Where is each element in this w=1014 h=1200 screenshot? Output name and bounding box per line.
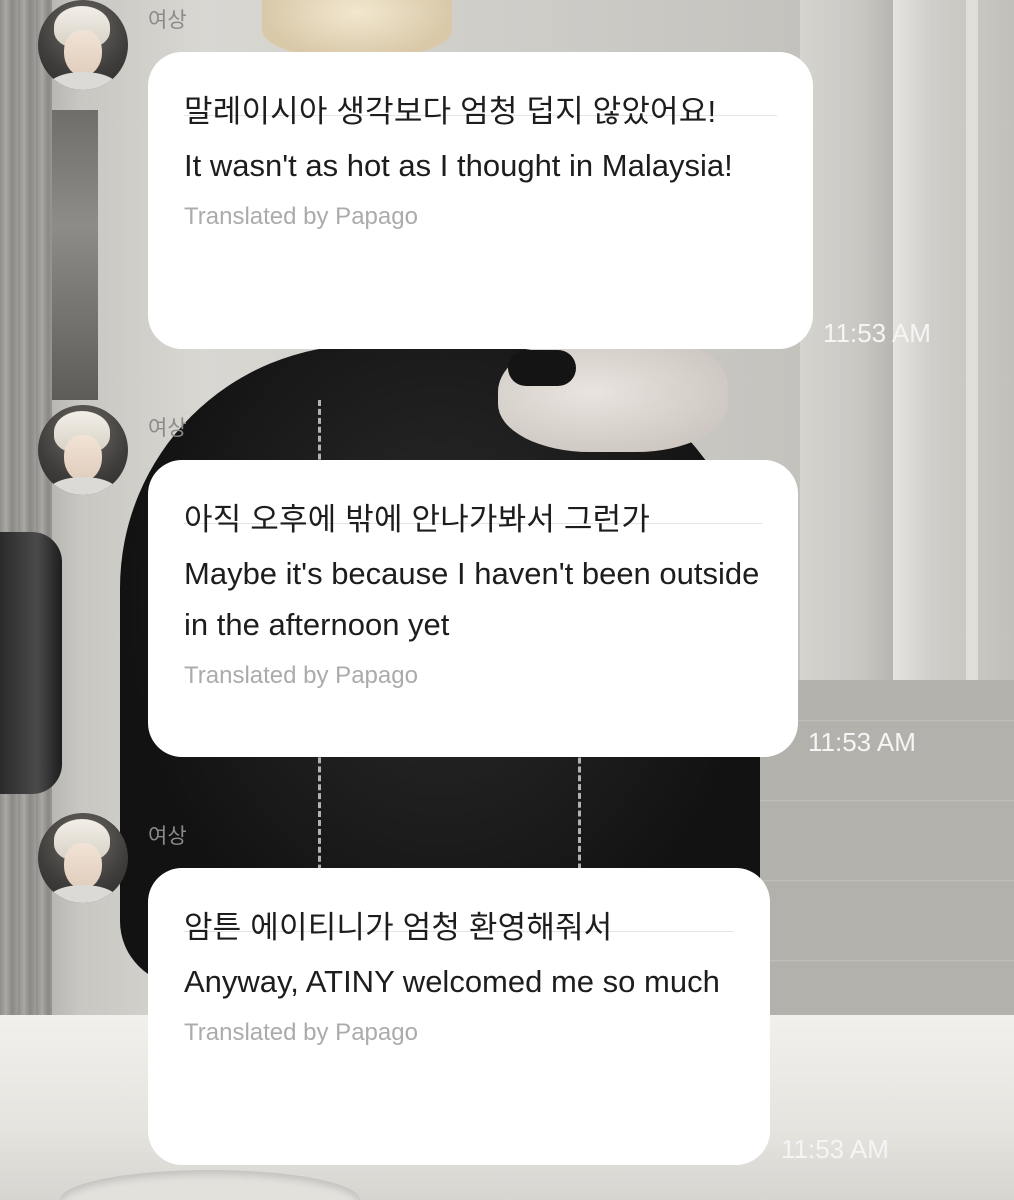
translation-credit: Translated by Papago (184, 1019, 418, 1046)
avatar[interactable] (38, 813, 128, 903)
translation-credit: Translated by Papago (184, 203, 418, 230)
hand-dryer (0, 532, 62, 794)
translation-credit: Translated by Papago (184, 662, 418, 689)
avatar[interactable] (38, 405, 128, 495)
message-bubble[interactable]: 암튼 에이티니가 엄청 환영해줘서 Anyway, ATINY welcomed… (148, 868, 770, 1165)
phone (508, 350, 576, 386)
message-translated-text: Maybe it's because I haven't been outsid… (184, 556, 760, 642)
message-timestamp: 11:53 AM (808, 727, 916, 757)
message-translated-text: It wasn't as hot as I thought in Malaysi… (184, 148, 733, 183)
message-bubble[interactable]: 아직 오후에 밖에 안나가봐서 그런가 Maybe it's because I… (148, 460, 798, 757)
sender-name: 여상 (148, 825, 187, 848)
avatar[interactable] (38, 0, 128, 90)
door-frame-edge (966, 0, 978, 690)
message-original-text: 말레이시아 생각보다 엄청 덥지 않았어요! (184, 52, 777, 129)
message-original-text: 암튼 에이티니가 엄청 환영해줘서 (184, 868, 734, 945)
message-timestamp: 11:53 AM (823, 318, 931, 348)
message-translated-text: Anyway, ATINY welcomed me so much (184, 964, 720, 999)
shelf (52, 110, 98, 400)
message-bubble[interactable]: 말레이시아 생각보다 엄청 덥지 않았어요! It wasn't as hot … (148, 52, 813, 349)
message-timestamp: 11:53 AM (781, 1134, 889, 1164)
message-original-text: 아직 오후에 밖에 안나가봐서 그런가 (184, 460, 762, 537)
sender-name: 여상 (148, 9, 187, 32)
person-hair (262, 0, 452, 60)
sender-name: 여상 (148, 417, 187, 440)
